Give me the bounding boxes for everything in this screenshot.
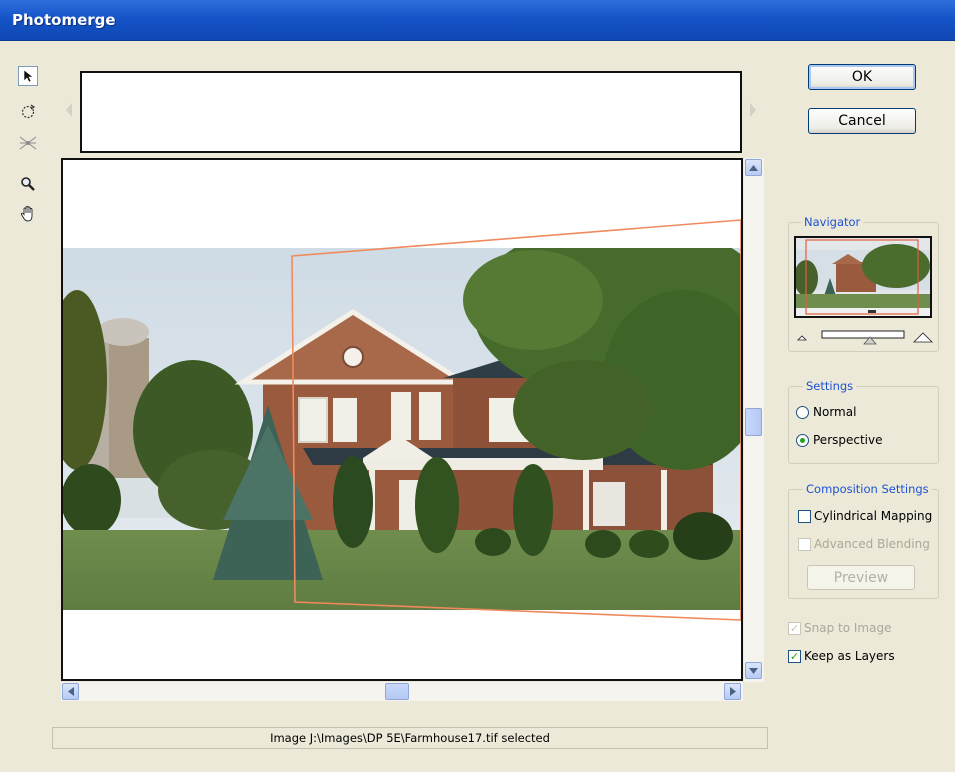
cylindrical-mapping-checkbox[interactable]: Cylindrical Mapping: [798, 509, 932, 523]
normal-radio-button[interactable]: [796, 405, 809, 419]
title-bar[interactable]: Photomerge: [0, 0, 955, 41]
zoom-out-icon: [797, 335, 807, 341]
settings-group: Settings: [788, 379, 939, 464]
cylindrical-mapping-box[interactable]: [798, 509, 811, 523]
composition-settings-label: Composition Settings: [803, 482, 932, 496]
rotate-image-tool[interactable]: [18, 102, 38, 122]
status-text: Image J:\Images\DP 5E\Farmhouse17.tif se…: [270, 731, 550, 745]
hand-icon: [20, 206, 33, 222]
advanced-blending-label: Advanced Blending: [814, 537, 930, 551]
arrow-pointer-icon: [23, 69, 34, 83]
zoom-in-icon: [913, 332, 933, 343]
ok-button[interactable]: OK: [808, 64, 916, 90]
perspective-radio[interactable]: Perspective: [796, 433, 883, 447]
settings-label: Settings: [803, 379, 857, 393]
lightbox-right-arrow[interactable]: [748, 100, 758, 120]
navigator-preview[interactable]: [794, 236, 932, 318]
snap-to-image-label: Snap to Image: [804, 621, 892, 635]
normal-label: Normal: [813, 405, 857, 419]
keep-as-layers-label: Keep as Layers: [804, 649, 895, 663]
hand-tool[interactable]: [18, 204, 38, 224]
window-title: Photomerge: [12, 11, 116, 29]
vanishing-point-icon: [19, 136, 37, 150]
vertical-scroll-thumb[interactable]: [745, 408, 762, 436]
snap-to-image-checkbox[interactable]: ✓ Snap to Image: [788, 621, 891, 635]
composition-canvas[interactable]: [61, 158, 743, 681]
perspective-label: Perspective: [813, 433, 883, 447]
navigator-label: Navigator: [801, 215, 864, 229]
rotate-icon: [21, 104, 36, 119]
lightbox-left-arrow[interactable]: [64, 100, 74, 120]
select-image-tool[interactable]: [18, 66, 38, 86]
status-bar: Image J:\Images\DP 5E\Farmhouse17.tif se…: [52, 727, 768, 749]
advanced-blending-box[interactable]: [798, 537, 811, 551]
set-vanishing-point-tool[interactable]: [18, 133, 38, 153]
snap-to-image-box[interactable]: ✓: [788, 621, 801, 635]
magnifier-icon: [21, 177, 35, 191]
advanced-blending-checkbox[interactable]: Advanced Blending: [798, 537, 930, 551]
perspective-radio-button[interactable]: [796, 433, 809, 447]
preview-button[interactable]: Preview: [807, 565, 915, 590]
vertical-scrollbar[interactable]: [744, 158, 764, 682]
cylindrical-mapping-label: Cylindrical Mapping: [814, 509, 933, 523]
zoom-tool[interactable]: [18, 174, 38, 194]
cancel-button[interactable]: Cancel: [808, 108, 916, 134]
scroll-left-button[interactable]: [62, 683, 79, 700]
scroll-up-button[interactable]: [745, 159, 762, 176]
keep-as-layers-box[interactable]: ✓: [788, 649, 801, 663]
horizontal-scrollbar[interactable]: [61, 682, 743, 701]
scroll-right-button[interactable]: [724, 683, 741, 700]
scroll-down-button[interactable]: [745, 662, 762, 679]
keep-as-layers-checkbox[interactable]: ✓ Keep as Layers: [788, 649, 895, 663]
zoom-slider[interactable]: [796, 325, 934, 345]
lightbox-area[interactable]: [80, 71, 742, 153]
horizontal-scroll-thumb[interactable]: [385, 683, 409, 700]
panorama-image: [63, 160, 741, 679]
normal-radio[interactable]: Normal: [796, 405, 856, 419]
